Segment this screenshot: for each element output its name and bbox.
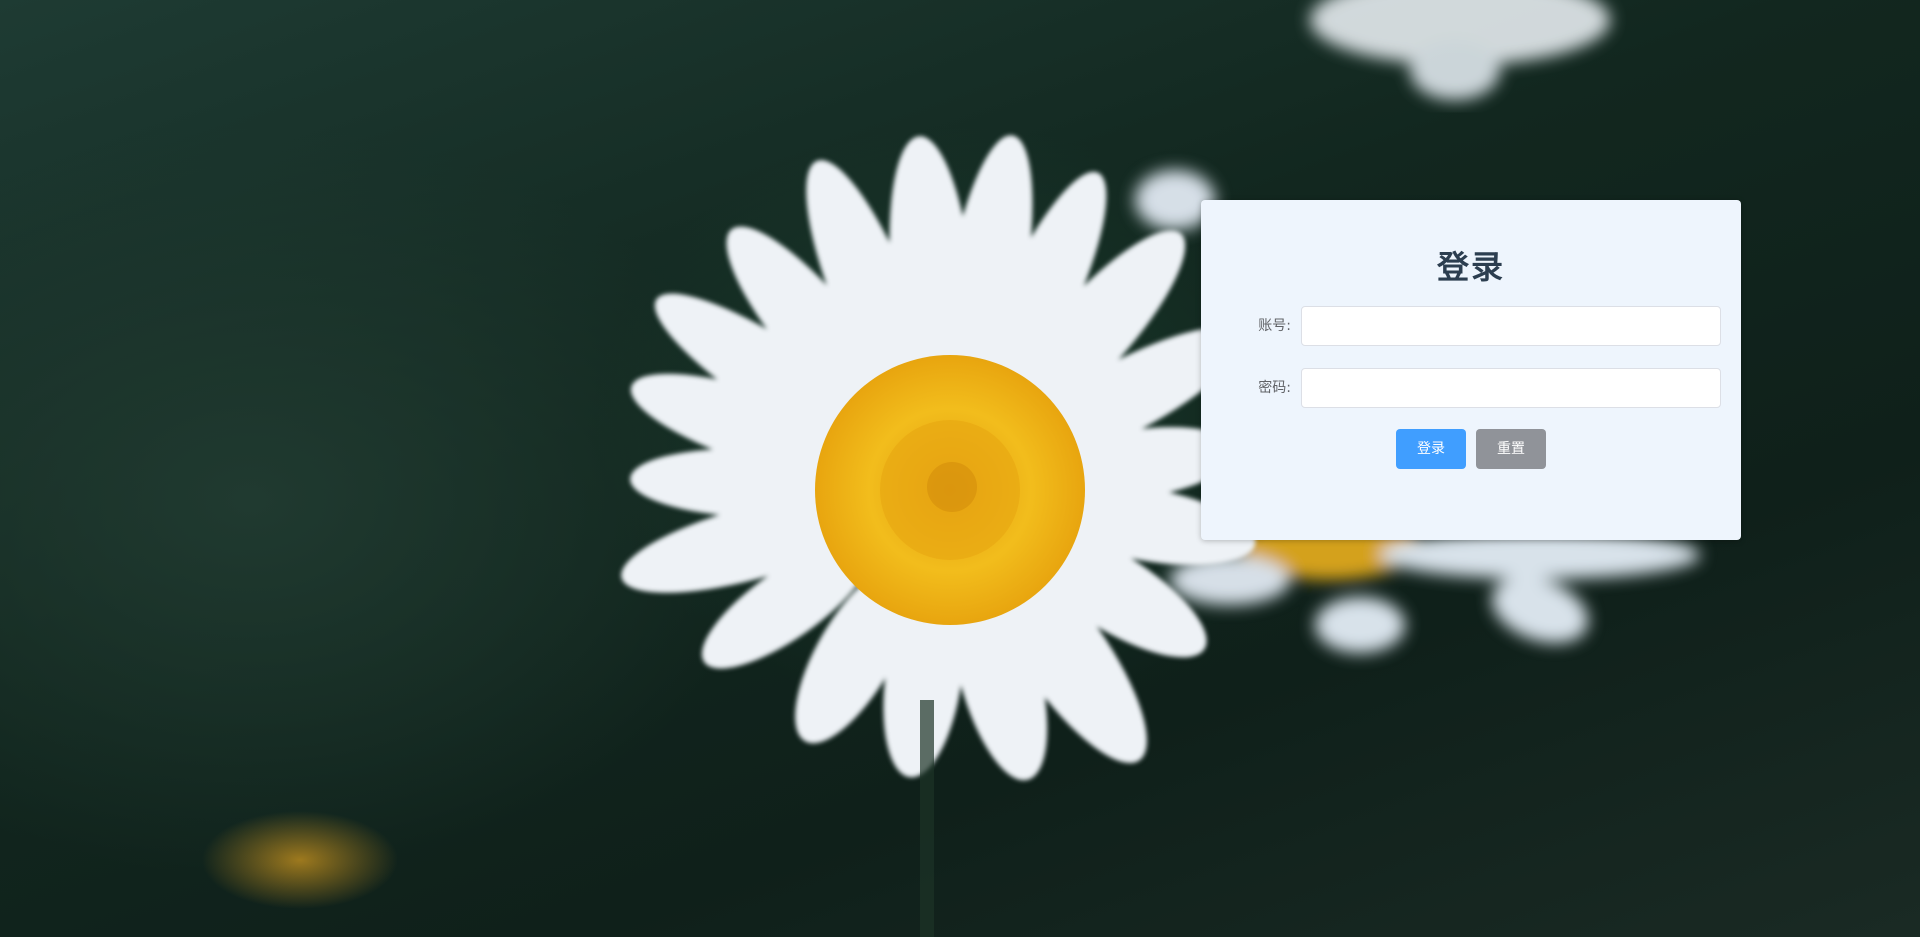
- password-input[interactable]: [1301, 368, 1721, 408]
- account-input[interactable]: [1301, 306, 1721, 346]
- login-title: 登录: [1436, 248, 1505, 286]
- account-label: 账号:: [1258, 318, 1291, 334]
- login-card: 登录 账号: 密码: 登录 重置: [1201, 200, 1741, 540]
- login-button[interactable]: 登录: [1396, 429, 1466, 469]
- reset-button[interactable]: 重置: [1476, 429, 1546, 469]
- password-row: 密码:: [1201, 368, 1741, 408]
- account-row: 账号:: [1201, 306, 1741, 346]
- password-label: 密码:: [1258, 380, 1291, 396]
